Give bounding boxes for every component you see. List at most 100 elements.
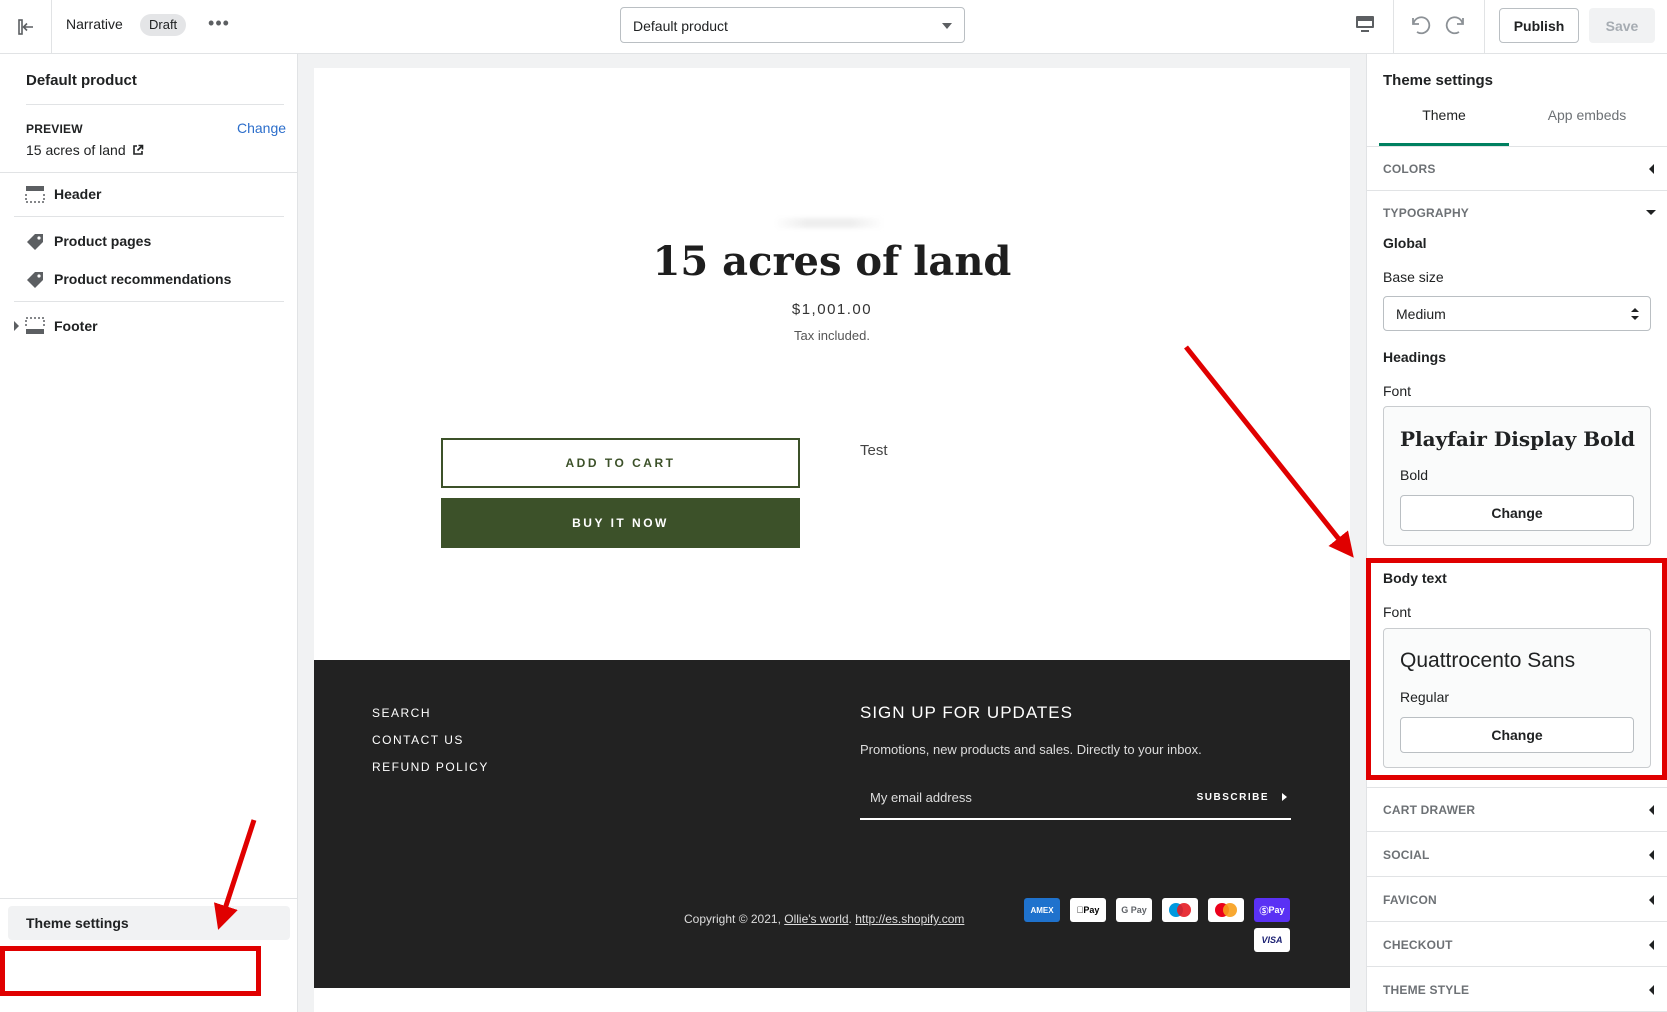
footer-link-contact[interactable]: CONTACT US xyxy=(372,733,464,747)
preview-product-name: 15 acres of land xyxy=(26,142,126,158)
exit-icon xyxy=(17,19,33,35)
copyright: Copyright © 2021, Ollie's world. http://… xyxy=(684,912,964,926)
divider xyxy=(0,898,298,899)
section-label: THEME STYLE xyxy=(1383,983,1470,997)
footer-layout-icon xyxy=(25,317,45,334)
product-title: 15 acres of land xyxy=(652,238,1012,285)
base-size-select[interactable]: Medium xyxy=(1383,296,1651,331)
tab-theme[interactable]: Theme xyxy=(1379,104,1509,146)
chevron-left-icon xyxy=(1649,895,1654,905)
body-font-name: Quattrocento Sans xyxy=(1400,649,1576,672)
chevron-left-icon xyxy=(1649,850,1654,860)
tab-app-embeds[interactable]: App embeds xyxy=(1517,104,1657,146)
panel-title: Theme settings xyxy=(1383,72,1494,89)
divider xyxy=(1393,0,1394,54)
maestro-icon xyxy=(1162,898,1198,922)
product-description: Test xyxy=(860,442,888,459)
section-cart-drawer[interactable]: CART DRAWER xyxy=(1367,788,1667,832)
base-size-label: Base size xyxy=(1383,269,1444,285)
tax-note: Tax included. xyxy=(794,328,870,343)
section-colors[interactable]: COLORS xyxy=(1367,147,1667,191)
body-font-label: Font xyxy=(1383,604,1412,620)
amex-icon: AMEX xyxy=(1024,898,1060,922)
email-input[interactable]: My email address xyxy=(870,790,972,805)
chevron-left-icon xyxy=(1649,985,1654,995)
shop-pay-glyph: Ⓢ xyxy=(1259,905,1269,916)
theme-settings-panel: Theme settings Theme App embeds COLORS T… xyxy=(1366,54,1667,1012)
section-social[interactable]: SOCIAL xyxy=(1367,833,1667,877)
body-font-style: Regular xyxy=(1400,689,1450,705)
section-label: CART DRAWER xyxy=(1383,803,1476,817)
store-footer: SEARCH CONTACT US REFUND POLICY SIGN UP … xyxy=(314,660,1350,988)
section-product-recommendations[interactable]: Product recommendations xyxy=(14,262,284,296)
section-typography[interactable]: TYPOGRAPHY xyxy=(1367,191,1667,235)
apple-pay-label: Pay xyxy=(1079,905,1099,915)
headings-font-change-button[interactable]: Change xyxy=(1400,495,1634,531)
footer-link-refund[interactable]: REFUND POLICY xyxy=(372,760,489,774)
blurred-vendor-text xyxy=(774,218,884,228)
footer-link-search[interactable]: SEARCH xyxy=(372,706,431,720)
section-theme-style[interactable]: THEME STYLE xyxy=(1367,968,1667,1012)
section-footer[interactable]: Footer xyxy=(14,309,284,343)
section-label: CHECKOUT xyxy=(1383,938,1453,952)
headings-font-label: Font xyxy=(1383,383,1412,399)
section-favicon[interactable]: FAVICON xyxy=(1367,878,1667,922)
preview-product[interactable]: 15 acres of land xyxy=(26,142,144,158)
section-checkout[interactable]: CHECKOUT xyxy=(1367,923,1667,967)
divider xyxy=(26,104,284,105)
theme-settings-label: Theme settings xyxy=(26,915,129,931)
store-link[interactable]: Ollie's world xyxy=(784,912,848,926)
add-to-cart-button[interactable]: ADD TO CART xyxy=(441,438,800,488)
theme-settings-button[interactable]: Theme settings xyxy=(8,906,290,940)
chevron-left-icon xyxy=(1649,940,1654,950)
section-label: Product recommendations xyxy=(54,271,232,287)
body-font-change-button[interactable]: Change xyxy=(1400,717,1634,753)
divider xyxy=(14,301,284,302)
expand-arrow-icon[interactable] xyxy=(14,321,19,331)
tag-icon xyxy=(27,272,43,288)
divider xyxy=(0,172,298,173)
subscribe-button[interactable]: SUBSCRIBE xyxy=(1197,792,1269,803)
storefront-preview[interactable]: 15 acres of land $1,001.00 Tax included.… xyxy=(314,68,1350,1012)
section-label: FAVICON xyxy=(1383,893,1437,907)
section-header[interactable]: Header xyxy=(14,177,284,211)
chevron-left-icon xyxy=(1649,164,1654,174)
base-size-value: Medium xyxy=(1396,306,1446,322)
chevron-down-icon xyxy=(942,23,952,29)
undo-icon[interactable] xyxy=(1408,13,1432,37)
theme-name: Narrative xyxy=(66,16,123,32)
headings-font-name: Playfair Display Bold xyxy=(1400,427,1636,451)
page-template-select[interactable]: Default product xyxy=(620,7,965,43)
signup-title: SIGN UP FOR UPDATES xyxy=(860,703,1073,722)
status-badge: Draft xyxy=(140,14,187,36)
sections-sidebar: Default product PREVIEW Change 15 acres … xyxy=(0,54,298,1012)
body-text-heading: Body text xyxy=(1383,570,1447,586)
header-layout-icon xyxy=(25,186,45,203)
copyright-text: Copyright © 2021, xyxy=(684,912,785,926)
tag-icon xyxy=(27,234,43,250)
external-link-icon[interactable] xyxy=(132,144,144,156)
select-arrows-icon xyxy=(1631,308,1639,320)
shopify-link[interactable]: http://es.shopify.com xyxy=(855,912,964,926)
newsletter-form: My email address SUBSCRIBE xyxy=(860,778,1291,820)
exit-editor-button[interactable] xyxy=(0,0,52,54)
publish-button[interactable]: Publish xyxy=(1499,8,1579,43)
section-label: TYPOGRAPHY xyxy=(1383,206,1470,220)
chevron-down-icon xyxy=(1646,210,1656,215)
section-product-pages[interactable]: Product pages xyxy=(14,224,284,258)
product-price: $1,001.00 xyxy=(791,301,873,318)
buy-now-button[interactable]: BUY IT NOW xyxy=(441,498,800,548)
google-pay-icon: G Pay xyxy=(1116,898,1152,922)
mastercard-icon xyxy=(1208,898,1244,922)
desktop-view-icon[interactable] xyxy=(1355,14,1375,34)
section-label: COLORS xyxy=(1383,162,1436,176)
redo-icon[interactable] xyxy=(1444,13,1468,37)
global-heading: Global xyxy=(1383,235,1427,251)
more-actions-icon[interactable]: ••• xyxy=(208,12,230,38)
section-label: Footer xyxy=(54,318,98,334)
apple-pay-icon: Pay xyxy=(1070,898,1106,922)
save-button[interactable]: Save xyxy=(1589,8,1655,43)
arrow-right-icon xyxy=(1282,793,1287,801)
shop-pay-icon: Ⓢ Pay xyxy=(1254,898,1290,922)
preview-change-link[interactable]: Change xyxy=(237,120,286,136)
